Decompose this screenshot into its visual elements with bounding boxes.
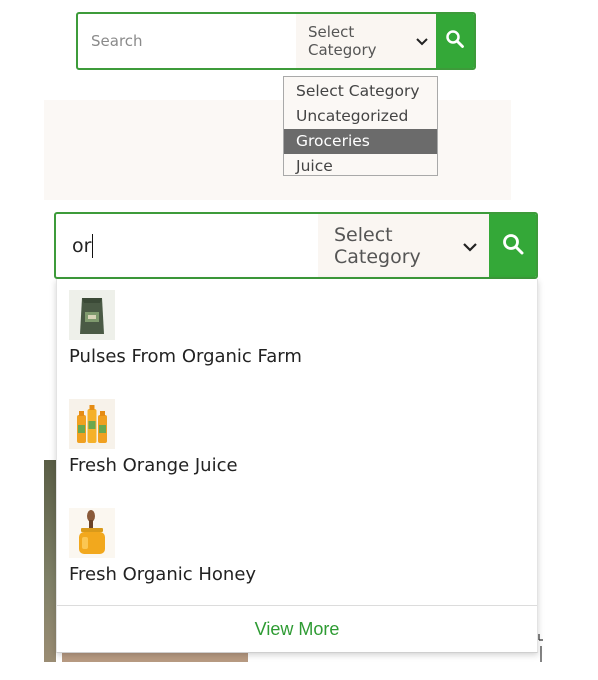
search-input[interactable]: Search [78, 14, 296, 68]
result-item-pulses[interactable]: Pulses From Organic Farm [69, 290, 302, 367]
result-item-honey[interactable]: Fresh Organic Honey [69, 508, 256, 585]
category-select[interactable]: Select Category [318, 214, 489, 277]
search-results-panel: Pulses From Organic Farm Fresh Orange Ju… [56, 279, 538, 653]
search-bar-compact: Search Select Category [76, 12, 476, 70]
search-bar: or Select Category [54, 212, 538, 279]
chevron-down-icon [416, 32, 428, 50]
search-icon [445, 29, 465, 53]
pulses-bag-thumbnail [69, 290, 115, 340]
result-item-orange-juice[interactable]: Fresh Orange Juice [69, 399, 238, 476]
search-query-text: or [72, 234, 92, 257]
category-select-label: Select Category [308, 23, 377, 59]
category-select[interactable]: Select Category [296, 14, 436, 68]
orange-juice-bottles-thumbnail [69, 399, 115, 449]
background-panel [44, 100, 511, 200]
dropdown-option-juice[interactable]: Juice [284, 154, 437, 179]
dropdown-option-select-category[interactable]: Select Category [284, 79, 437, 104]
category-dropdown-list: Select Category Uncategorized Groceries … [283, 76, 438, 176]
background-photo [44, 460, 56, 662]
result-name: Fresh Organic Honey [69, 564, 257, 585]
view-more-link[interactable]: View More [57, 619, 537, 640]
search-button[interactable] [489, 214, 536, 277]
background-mark [538, 632, 544, 662]
results-divider [57, 605, 537, 606]
search-input-active[interactable]: or [56, 214, 318, 277]
search-icon [501, 232, 525, 260]
result-name: Fresh Orange Juice [69, 455, 238, 476]
search-button[interactable] [436, 14, 474, 68]
text-cursor [92, 233, 94, 258]
chevron-down-icon [463, 235, 477, 257]
dropdown-option-groceries[interactable]: Groceries [284, 129, 437, 154]
honey-jar-thumbnail [69, 508, 115, 558]
category-select-label: Select Category [334, 223, 421, 268]
dropdown-option-uncategorized[interactable]: Uncategorized [284, 104, 437, 129]
background-photo-edge [62, 652, 248, 662]
result-name: Pulses From Organic Farm [69, 346, 302, 367]
